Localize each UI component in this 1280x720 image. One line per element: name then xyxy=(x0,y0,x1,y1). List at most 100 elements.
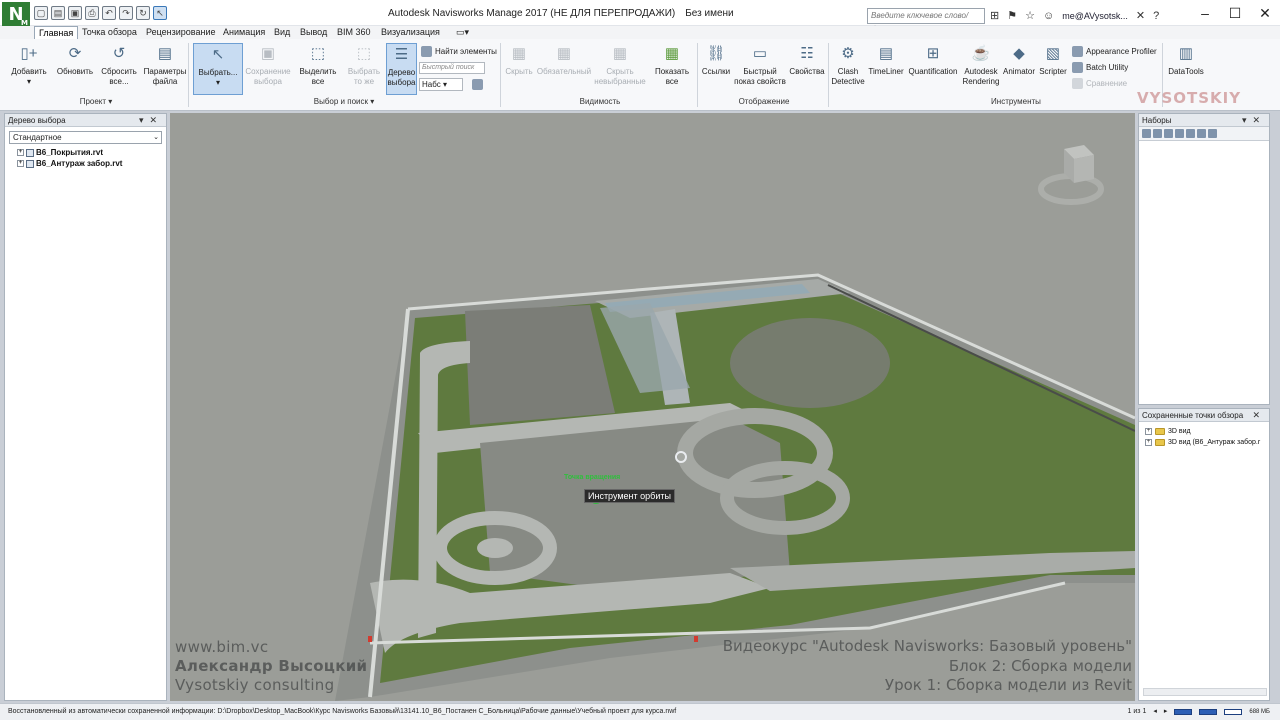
ribbon-separator xyxy=(828,43,829,107)
quick-properties-icon: ▭ xyxy=(752,45,768,62)
viewpoint-item[interactable]: +3D вид xyxy=(1145,426,1269,437)
hide-unselected-button[interactable]: ▦ Скрыть невыбранные xyxy=(594,43,646,87)
save-selection-icon[interactable] xyxy=(1142,129,1151,138)
viewcube[interactable] xyxy=(1038,143,1104,213)
tree-item[interactable]: + В6_Покрытия.rvt xyxy=(17,147,166,158)
select-cursor-icon[interactable]: ↖ xyxy=(153,6,167,20)
find-items-button[interactable]: Найти элементы xyxy=(421,46,497,57)
next-sheet-icon[interactable]: ▸ xyxy=(1164,704,1168,720)
expand-icon[interactable]: + xyxy=(17,149,24,156)
tab-viewpoint[interactable]: Точка обзора xyxy=(78,26,141,39)
open-file-icon[interactable]: ▤ xyxy=(51,6,65,20)
close-icon[interactable]: ✕ xyxy=(1250,0,1280,26)
tab-view[interactable]: Вид xyxy=(270,26,294,39)
panel-display-label[interactable]: Отображение xyxy=(724,97,804,106)
user-account[interactable]: me@AVysotsk... xyxy=(1062,11,1128,21)
quick-properties-button[interactable]: ▭ Быстрый показ свойств xyxy=(733,43,787,87)
refresh-button[interactable]: ⟳ Обновить xyxy=(54,43,96,77)
help-icon[interactable]: ? xyxy=(1153,10,1159,22)
window-controls: – ☐ ✕ xyxy=(1190,0,1280,26)
selection-tree-button[interactable]: ☰ Дерево выбора xyxy=(386,43,417,95)
tab-home[interactable]: Главная xyxy=(34,26,79,39)
import-export-icon[interactable] xyxy=(1208,129,1217,138)
duplicate-icon[interactable] xyxy=(1175,129,1184,138)
add-comment-icon[interactable] xyxy=(1186,129,1195,138)
delete-icon[interactable] xyxy=(1197,129,1206,138)
redo-icon[interactable]: ↷ xyxy=(119,6,133,20)
user-icon[interactable]: ☺ xyxy=(1043,10,1054,22)
links-button[interactable]: ⛓ Ссылки xyxy=(700,43,732,77)
title-bar: NM ▢ ▤ ▣ ⎙ ↶ ↷ ↻ ↖ Autodesk Navisworks M… xyxy=(0,0,1280,34)
timeliner-button[interactable]: ▤ TimeLiner xyxy=(867,43,905,77)
expand-icon[interactable]: + xyxy=(1145,439,1152,446)
datatools-button[interactable]: ▥ DataTools xyxy=(1166,43,1206,77)
hide-unselected-icon: ▦ xyxy=(612,45,628,62)
sets-toolbar xyxy=(1139,127,1269,141)
prev-sheet-icon[interactable]: ◂ xyxy=(1153,704,1157,720)
panel-select-search-label[interactable]: Выбор и поиск ▾ xyxy=(300,97,388,106)
refresh-icon[interactable]: ↻ xyxy=(136,6,150,20)
batch-utility-button[interactable]: Batch Utility xyxy=(1072,62,1128,73)
select-all-button[interactable]: ⬚ Выделить все xyxy=(296,43,340,87)
3d-viewport[interactable]: Точка вращения Инструмент орбиты www.bim… xyxy=(170,113,1135,701)
status-message: Восстановленный из автоматически сохране… xyxy=(8,708,677,715)
quick-find-input[interactable]: Быстрый поиск xyxy=(419,62,485,74)
favorites-star-icon[interactable]: ☆ xyxy=(1025,9,1035,22)
hide-button[interactable]: ▦ Скрыть xyxy=(503,43,535,77)
require-button[interactable]: ▦ Обязательный xyxy=(536,43,592,77)
autodesk-rendering-button[interactable]: ☕ Autodesk Rendering xyxy=(961,43,1001,87)
undo-icon[interactable]: ↶ xyxy=(102,6,116,20)
compare-button[interactable]: Сравнение xyxy=(1072,78,1127,89)
tab-bim360[interactable]: BIM 360 xyxy=(333,26,375,39)
animator-button[interactable]: ◆ Animator xyxy=(1001,43,1037,77)
clash-detective-button[interactable]: ⚙ Clash Detective xyxy=(830,43,866,87)
save-icon[interactable]: ▣ xyxy=(68,6,82,20)
horizontal-scrollbar[interactable] xyxy=(1143,688,1267,696)
append-button[interactable]: ▯+ Добавить ▾ xyxy=(8,43,50,87)
scripter-button[interactable]: ▧ Scripter xyxy=(1038,43,1068,77)
new-file-icon[interactable]: ▢ xyxy=(34,6,48,20)
select-button[interactable]: ↖ Выбрать... ▾ xyxy=(193,43,243,95)
viewpoint-item[interactable]: +3D вид (В6_Антураж забор.r xyxy=(1145,437,1269,448)
sets-manage-button[interactable] xyxy=(472,79,483,90)
tab-visualization[interactable]: Визуализация xyxy=(377,26,444,39)
file-options-button[interactable]: ▤ Параметры файла xyxy=(142,43,188,87)
minimize-icon[interactable]: – xyxy=(1190,0,1220,26)
print-icon[interactable]: ⎙ xyxy=(85,6,99,20)
binoculars-icon[interactable]: ⊞ xyxy=(990,9,999,22)
maximize-icon[interactable]: ☐ xyxy=(1220,0,1250,26)
panel-controls[interactable]: ▾✕ xyxy=(139,114,163,127)
panel-controls[interactable]: ▾✕ xyxy=(1242,114,1266,127)
panel-visibility-label[interactable]: Видимость xyxy=(560,97,640,106)
panel-controls[interactable]: ✕ xyxy=(1252,409,1266,422)
appearance-profiler-button[interactable]: Appearance Profiler xyxy=(1072,46,1157,57)
panel-project-label[interactable]: Проект ▾ xyxy=(60,97,132,106)
select-same-button[interactable]: ⬚ Выбрать то же xyxy=(344,43,384,87)
tree-mode-select[interactable]: Стандартное ⌄ xyxy=(9,131,162,144)
sets-dropdown[interactable]: Набс ▾ xyxy=(419,78,463,91)
link-icon: ⛓ xyxy=(706,45,726,62)
tab-output[interactable]: Вывод xyxy=(296,26,331,39)
properties-button[interactable]: ☷ Свойства xyxy=(788,43,826,77)
hide-icon: ▦ xyxy=(511,45,527,62)
subscription-icon[interactable]: ⚑ xyxy=(1007,9,1017,22)
exchange-icon[interactable]: ✕ xyxy=(1136,9,1145,22)
ribbon-options-icon[interactable]: ▭▾ xyxy=(452,26,473,39)
quantification-button[interactable]: ⊞ Quantification xyxy=(906,43,960,77)
reset-all-button[interactable]: ↺ Сбросить все... xyxy=(99,43,139,87)
save-selection-button[interactable]: ▣ Сохранение выбора xyxy=(245,43,291,87)
saved-viewpoints-header: Сохраненные точки обзора ✕ xyxy=(1139,409,1269,422)
expand-icon[interactable]: + xyxy=(1145,428,1152,435)
tab-review[interactable]: Рецензирование xyxy=(142,26,220,39)
compare-icon xyxy=(1072,78,1083,89)
help-search-input[interactable]: Введите ключевое слово/фразу xyxy=(867,8,985,34)
rendering-teapot-icon: ☕ xyxy=(971,45,991,62)
application-menu-button[interactable]: NM xyxy=(2,2,30,28)
save-search-icon[interactable] xyxy=(1153,129,1162,138)
expand-icon[interactable]: + xyxy=(17,160,24,167)
panel-tools-label[interactable]: Инструменты xyxy=(970,97,1062,106)
new-folder-icon[interactable] xyxy=(1164,129,1173,138)
unhide-all-button[interactable]: ▦ Показать все xyxy=(651,43,693,87)
tab-animation[interactable]: Анимация xyxy=(219,26,269,39)
tree-item[interactable]: + В6_Антураж забор.rvt xyxy=(17,158,166,169)
